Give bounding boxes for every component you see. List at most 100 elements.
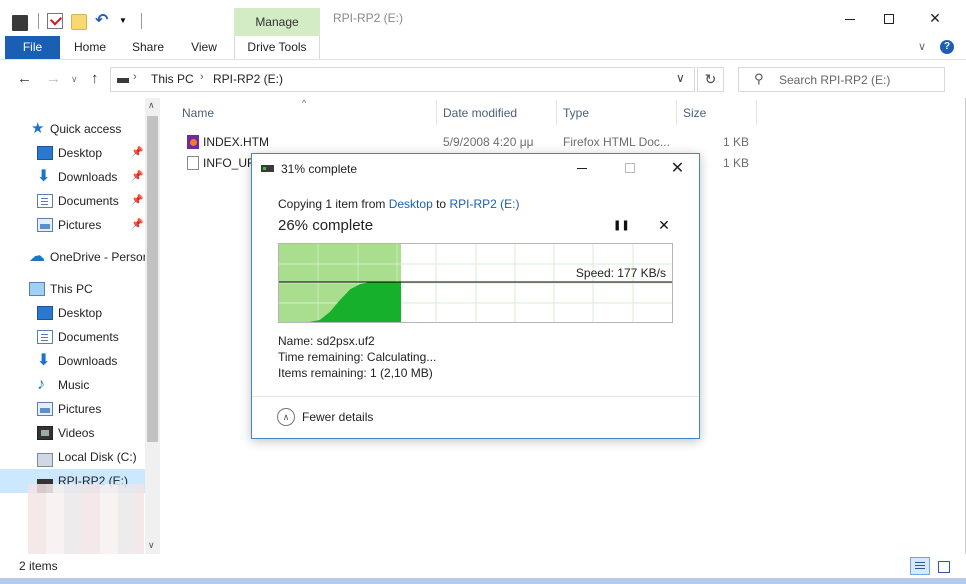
file-name: INDEX.HTM [203, 135, 269, 149]
nav-quick-pictures[interactable]: Pictures 📌 [0, 213, 145, 237]
nav-label: Pictures [58, 218, 102, 232]
recent-locations-chevron-icon[interactable]: ∨ [71, 74, 78, 85]
pin-icon[interactable]: 📌 [131, 213, 143, 237]
up-arrow-icon[interactable]: ↑ [91, 70, 99, 87]
undo-icon[interactable]: ↶ [95, 12, 111, 29]
column-divider[interactable] [556, 100, 557, 126]
pin-icon[interactable]: 📌 [131, 165, 143, 189]
nav-label: OneDrive - Persor [50, 250, 145, 264]
nav-quick-access[interactable]: ★ Quick access [0, 117, 145, 141]
dialog-maximize-button [625, 163, 635, 173]
tab-file[interactable]: File [5, 36, 60, 59]
transfer-speed-graph: Speed: 177 KB/s [278, 243, 673, 323]
customize-qat-chevron-icon[interactable]: ▼ [119, 16, 127, 25]
nav-pc-music[interactable]: ♪ Music [0, 373, 145, 397]
documents-icon [37, 194, 53, 208]
column-divider[interactable] [676, 100, 677, 126]
nav-pc-desktop[interactable]: Desktop [0, 301, 145, 325]
back-arrow-icon[interactable]: ← [17, 70, 32, 87]
copy-progress-dialog: 31% complete ✕ Copying 1 item from Deskt… [251, 153, 700, 439]
file-row[interactable]: INDEX.HTM 5/9/2008 4:20 μμ Firefox HTML … [180, 132, 760, 152]
properties-icon[interactable] [47, 12, 63, 29]
forward-arrow-icon[interactable]: → [46, 70, 61, 87]
help-icon[interactable]: ? [940, 40, 954, 54]
firefox-html-file-icon [187, 135, 199, 149]
nav-label: Music [58, 378, 90, 392]
text-file-icon [187, 156, 199, 170]
dialog-title: 31% complete [281, 162, 358, 176]
refresh-icon: ↻ [704, 71, 717, 87]
refresh-button[interactable]: ↻ [697, 67, 724, 92]
pause-button[interactable]: ❚❚ [613, 218, 630, 234]
large-icons-view-button[interactable] [933, 557, 953, 575]
nav-pc-videos[interactable]: Videos [0, 421, 145, 445]
videos-icon [37, 426, 53, 440]
tab-view[interactable]: View [182, 36, 226, 59]
column-divider[interactable] [756, 100, 757, 126]
breadcrumb-chevron-icon[interactable]: › [133, 71, 137, 83]
dialog-minimize-button[interactable] [577, 168, 587, 169]
destination-link[interactable]: RPI-RP2 (E:) [449, 197, 519, 211]
pin-icon[interactable]: 📌 [131, 189, 143, 213]
detail-time-remaining: Time remaining: Calculating... [278, 350, 437, 364]
nav-quick-desktop[interactable]: Desktop 📌 [0, 141, 145, 165]
manage-context-tab: Manage [234, 8, 320, 36]
breadcrumb-chevron-icon[interactable]: › [200, 71, 204, 83]
nav-label: This PC [50, 282, 93, 296]
speed-graph-svg [279, 244, 672, 322]
nav-pc-local-disk[interactable]: Local Disk (C:) [0, 445, 145, 469]
nav-pc-documents[interactable]: Documents [0, 325, 145, 349]
documents-icon [37, 330, 53, 344]
pin-icon[interactable]: 📌 [131, 141, 143, 165]
tab-drive-tools[interactable]: Drive Tools [234, 36, 320, 59]
nav-quick-downloads[interactable]: ⬇ Downloads 📌 [0, 165, 145, 189]
nav-quick-documents[interactable]: Documents 📌 [0, 189, 145, 213]
column-divider[interactable] [436, 100, 437, 126]
computer-icon [29, 282, 45, 296]
nav-pc-downloads[interactable]: ⬇ Downloads [0, 349, 145, 373]
speed-label: Speed: 177 KB/s [575, 266, 666, 280]
dialog-close-button[interactable]: ✕ [655, 154, 700, 183]
dialog-title-bar: 31% complete ✕ [252, 154, 699, 184]
scroll-up-chevron-icon[interactable]: ∧ [148, 100, 155, 111]
dialog-divider [252, 396, 699, 397]
cloud-icon: ☁ [29, 248, 45, 265]
address-bar[interactable]: › This PC › RPI-RP2 (E:) ∨ [110, 67, 695, 92]
expand-ribbon-chevron-icon[interactable]: ∨ [918, 40, 926, 53]
nav-label: Local Disk (C:) [58, 450, 137, 464]
file-type: Firefox HTML Doc... [563, 135, 670, 149]
maximize-button[interactable] [866, 0, 912, 36]
details-view-button[interactable] [910, 557, 930, 575]
source-link[interactable]: Desktop [389, 197, 433, 211]
nav-scrollbar[interactable]: ∧ ∨ [145, 98, 160, 554]
scroll-thumb[interactable] [147, 116, 158, 442]
nav-pc-pictures[interactable]: Pictures [0, 397, 145, 421]
new-folder-icon[interactable] [71, 13, 87, 30]
nav-onedrive[interactable]: ☁ OneDrive - Persor [0, 245, 145, 269]
search-icon: ⚲ [754, 71, 764, 86]
column-header-size[interactable]: Size [683, 106, 706, 120]
to-word: to [436, 197, 447, 211]
nav-label: Desktop [58, 146, 103, 160]
nav-this-pc[interactable]: This PC [0, 277, 145, 301]
tab-share[interactable]: Share [124, 36, 172, 59]
local-disk-icon [37, 453, 53, 467]
desktop-icon [37, 146, 53, 160]
column-header-date[interactable]: Date modified [443, 106, 517, 120]
address-dropdown-chevron-icon[interactable]: ∨ [676, 71, 685, 85]
chevron-up-icon: ∧ [277, 408, 295, 426]
item-count: 2 items [19, 559, 58, 573]
column-header-name[interactable]: Name [182, 106, 214, 120]
qat-separator [38, 12, 39, 29]
scroll-down-chevron-icon[interactable]: ∨ [148, 540, 155, 551]
title-bar: ↶ ▼ Manage RPI-RP2 (E:) ✕ [0, 0, 966, 36]
column-header-type[interactable]: Type [563, 106, 589, 120]
search-input[interactable]: ⚲ Search RPI-RP2 (E:) [738, 67, 945, 92]
breadcrumb-drive[interactable]: RPI-RP2 (E:) [213, 72, 283, 86]
close-button[interactable]: ✕ [912, 0, 958, 36]
cancel-copy-button[interactable]: ✕ [656, 217, 672, 233]
breadcrumb-this-pc[interactable]: This PC [151, 72, 194, 86]
tab-home[interactable]: Home [66, 36, 114, 59]
file-size: 1 KB [722, 135, 749, 149]
ribbon-tabs: File Home Share View Drive Tools ∨ ? [0, 36, 966, 60]
